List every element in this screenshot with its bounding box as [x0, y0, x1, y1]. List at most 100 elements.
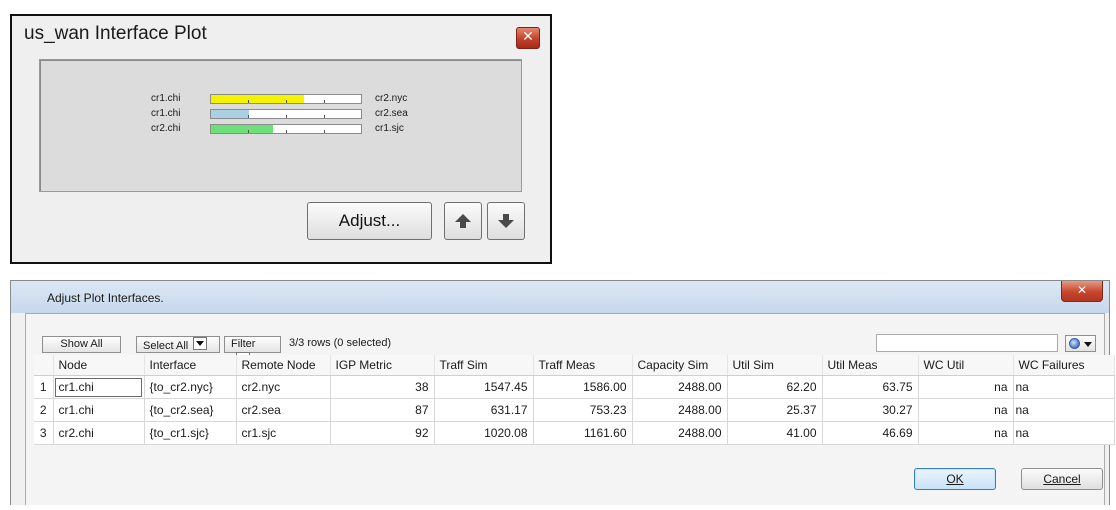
options-dropdown[interactable]	[1065, 335, 1096, 352]
cell-wc-util[interactable]: na	[917, 398, 1014, 422]
bar-tick	[248, 130, 249, 133]
move-up-button[interactable]	[444, 202, 482, 240]
column-header-wc-util[interactable]: WC Util	[918, 355, 1014, 376]
plot-row-remote-label: cr1.sjc	[375, 123, 404, 134]
bar-tick	[286, 115, 287, 118]
plot-row-remote-label: cr2.sea	[375, 108, 408, 119]
adjust-plot-interfaces-dialog: Adjust Plot Interfaces. ✕ Show All Selec…	[10, 280, 1115, 505]
dialog-title-bar: Adjust Plot Interfaces. ✕	[11, 281, 1109, 313]
cell-interface[interactable]: {to_cr2.sea}	[143, 398, 237, 422]
move-down-button[interactable]	[487, 202, 525, 240]
cell-wc-util[interactable]: na	[917, 421, 1014, 445]
cell-capacity-sim[interactable]: 2488.00	[631, 421, 728, 445]
ok-label: OK	[946, 472, 964, 486]
gear-icon	[1069, 338, 1080, 349]
column-header-traff-meas[interactable]: Traff Meas	[533, 355, 633, 376]
column-header-node[interactable]: Node	[53, 355, 145, 376]
filter-dropdown[interactable]: Filter	[224, 336, 281, 365]
cell-capacity-sim[interactable]: 2488.00	[631, 375, 728, 399]
plot-row-node-label: cr1.chi	[151, 108, 181, 119]
cell-util-sim[interactable]: 62.20	[726, 375, 823, 399]
cell-node[interactable]: cr1.chi	[52, 398, 145, 422]
arrow-down-icon	[498, 214, 514, 228]
cell-util-meas[interactable]: 46.69	[821, 421, 919, 445]
table-row[interactable]: 3 cr2.chi {to_cr1.sjc} cr1.sjc 92 1020.0…	[34, 421, 1115, 445]
cell-traff-meas[interactable]: 1161.60	[532, 421, 633, 445]
ok-button[interactable]: OK	[914, 468, 996, 490]
filter-label: Filter	[231, 338, 256, 350]
column-header-capacity-sim[interactable]: Capacity Sim	[632, 355, 728, 376]
cell-capacity-sim[interactable]: 2488.00	[631, 398, 728, 422]
utilization-bar	[210, 94, 362, 104]
close-icon[interactable]: ✕	[1061, 281, 1103, 302]
cell-igp-metric[interactable]: 92	[329, 421, 435, 445]
cell-interface[interactable]: {to_cr2.nyc}	[143, 375, 237, 399]
column-header-interface[interactable]: Interface	[144, 355, 237, 376]
cell-util-sim[interactable]: 25.37	[726, 398, 823, 422]
chevron-down-icon	[193, 337, 208, 350]
cell-node[interactable]: cr2.chi	[52, 421, 145, 445]
utilization-bar	[210, 124, 362, 134]
cell-interface[interactable]: {to_cr1.sjc}	[143, 421, 237, 445]
search-input[interactable]	[876, 334, 1058, 352]
plot-row-node-label: cr1.chi	[151, 93, 181, 104]
column-header-util-sim[interactable]: Util Sim	[727, 355, 823, 376]
utilization-bar-fill	[211, 125, 273, 133]
row-index: 3	[34, 421, 54, 445]
cell-wc-util[interactable]: na	[917, 375, 1014, 399]
cell-remote-node[interactable]: cr1.sjc	[235, 421, 331, 445]
plot-row-remote-label: cr2.nyc	[375, 93, 408, 104]
plot-row-node-label: cr2.chi	[151, 123, 181, 134]
cell-remote-node[interactable]: cr2.nyc	[235, 375, 331, 399]
column-header-util-meas[interactable]: Util Meas	[822, 355, 919, 376]
column-header-wc-failures[interactable]: WC Failures	[1013, 355, 1115, 376]
column-header-remote-node[interactable]: Remote Node	[236, 355, 331, 376]
table-header-row: Node Interface Remote Node IGP Metric Tr…	[34, 355, 1115, 376]
interface-plot-window: us_wan Interface Plot ✕ cr1.chi cr2.nyc …	[10, 14, 552, 264]
bar-tick	[324, 100, 325, 103]
column-header-index	[34, 355, 54, 376]
plot-window-title: us_wan Interface Plot	[24, 23, 207, 44]
cell-util-meas[interactable]: 30.27	[821, 398, 919, 422]
cell-traff-meas[interactable]: 753.23	[532, 398, 633, 422]
cell-wc-failures[interactable]: na	[1012, 421, 1115, 445]
column-header-igp-metric[interactable]: IGP Metric	[330, 355, 435, 376]
bar-tick	[286, 130, 287, 133]
cell-wc-failures[interactable]: na	[1012, 375, 1115, 399]
bar-tick	[286, 100, 287, 103]
arrow-up-icon	[455, 214, 471, 228]
row-index: 2	[34, 398, 54, 422]
cell-traff-sim[interactable]: 1547.45	[433, 375, 534, 399]
cell-igp-metric[interactable]: 87	[329, 398, 435, 422]
cell-traff-sim[interactable]: 631.17	[433, 398, 534, 422]
plot-row[interactable]: cr1.chi cr2.sea	[40, 108, 521, 121]
cell-util-meas[interactable]: 63.75	[821, 375, 919, 399]
plot-row[interactable]: cr1.chi cr2.nyc	[40, 93, 521, 106]
bar-tick	[248, 100, 249, 103]
cancel-button[interactable]: Cancel	[1021, 468, 1103, 490]
adjust-button[interactable]: Adjust...	[307, 202, 432, 240]
cell-traff-meas[interactable]: 1586.00	[532, 375, 633, 399]
utilization-bar-fill	[211, 95, 305, 103]
cell-traff-sim[interactable]: 1020.08	[433, 421, 534, 445]
interface-plot-area: cr1.chi cr2.nyc cr1.chi cr2.sea cr2.chi	[39, 59, 522, 192]
cell-wc-failures[interactable]: na	[1012, 398, 1115, 422]
column-header-traff-sim[interactable]: Traff Sim	[434, 355, 534, 376]
show-all-button[interactable]: Show All	[42, 336, 121, 353]
row-count-status: 3/3 rows (0 selected)	[289, 337, 392, 349]
cell-igp-metric[interactable]: 38	[329, 375, 435, 399]
cell-remote-node[interactable]: cr2.sea	[235, 398, 331, 422]
cell-node[interactable]: cr1.chi	[52, 375, 145, 399]
select-all-dropdown[interactable]: Select All	[136, 336, 220, 353]
interfaces-table: Node Interface Remote Node IGP Metric Tr…	[34, 355, 1115, 445]
bar-tick	[324, 130, 325, 133]
table-row[interactable]: 2 cr1.chi {to_cr2.sea} cr2.sea 87 631.17…	[34, 398, 1115, 422]
utilization-bar	[210, 109, 362, 119]
dialog-body: Show All Select All Filter 3/3 rows (0 s…	[25, 313, 1115, 505]
cancel-label: Cancel	[1043, 472, 1081, 486]
show-all-label: Show All	[60, 338, 103, 350]
cell-util-sim[interactable]: 41.00	[726, 421, 823, 445]
table-row[interactable]: 1 cr1.chi {to_cr2.nyc} cr2.nyc 38 1547.4…	[34, 375, 1115, 399]
close-icon[interactable]: ✕	[516, 27, 540, 49]
plot-row[interactable]: cr2.chi cr1.sjc	[40, 123, 521, 136]
